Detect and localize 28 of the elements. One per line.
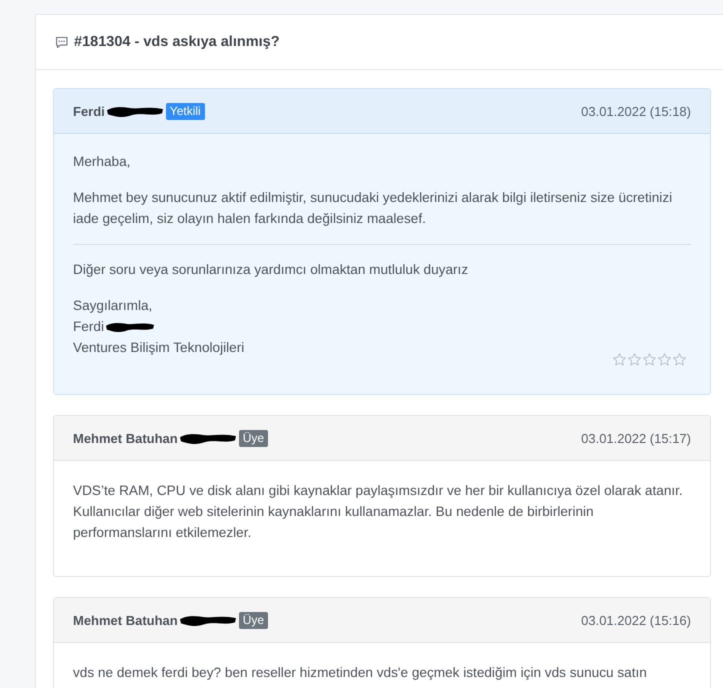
star-icon[interactable] [613, 353, 626, 366]
author-name: Mehmet Batuhan [73, 612, 178, 628]
message-paragraph: vds ne demek ferdi bey? ben reseller hizmetinden vds'e geçmek istediğim için vds sunucu satın [73, 664, 648, 682]
message-paragraph: VDS’te RAM, CPU ve disk alanı gibi kaynaklar paylaşımsızdır ve her bir kullanıcıya özel olarak atanır. Kullanıcılar diğer web sitelerinin kaynaklarını kullanamazlar. Bu nedenle de birbirlerinin performanslarını etkilemezler. [73, 482, 684, 542]
message-date: 03.01.2022 (15:17) [581, 430, 691, 446]
role-badge: Üye [238, 612, 268, 628]
author-name: Ferdi [73, 104, 105, 118]
message-paragraph: Mehmet bey sunucunuz aktif edilmiştir, sunucudaki yedeklerinizi alarak bilgi iletirseniz size ücretinizi iade geçelim, siz olayın halen farkında değilsiniz maalesef. [73, 189, 674, 228]
signature-line: Saygılarımla, [73, 297, 152, 315]
signature-line: Ventures Bilişim Teknolojileri [73, 339, 244, 357]
message-date: 03.01.2022 (15:18) [581, 104, 691, 118]
chat-bubble-icon [56, 36, 68, 48]
redaction-scribble-icon [180, 614, 236, 626]
redaction-scribble-icon [106, 106, 163, 116]
role-badge: Yetkili [166, 102, 205, 120]
star-icon[interactable] [628, 353, 641, 366]
redaction-scribble-icon [106, 322, 154, 332]
role-badge: Üye [238, 430, 268, 446]
signature-line: Ferdi [73, 318, 104, 336]
message-paragraph: Diğer soru veya sorunlarınıza yardımcı olmaktan mutluluk duyarız [73, 261, 470, 279]
message-paragraph: Merhaba, [73, 153, 132, 171]
redaction-scribble-icon [180, 432, 236, 444]
author-name: Mehmet Batuhan [73, 430, 178, 446]
message-date: 03.01.2022 (15:16) [581, 612, 691, 628]
star-icon[interactable] [673, 353, 686, 366]
star-icon[interactable] [643, 353, 656, 366]
ticket-title: #181304 - vds askıya alınmış? [74, 34, 280, 50]
star-icon[interactable] [658, 353, 671, 366]
